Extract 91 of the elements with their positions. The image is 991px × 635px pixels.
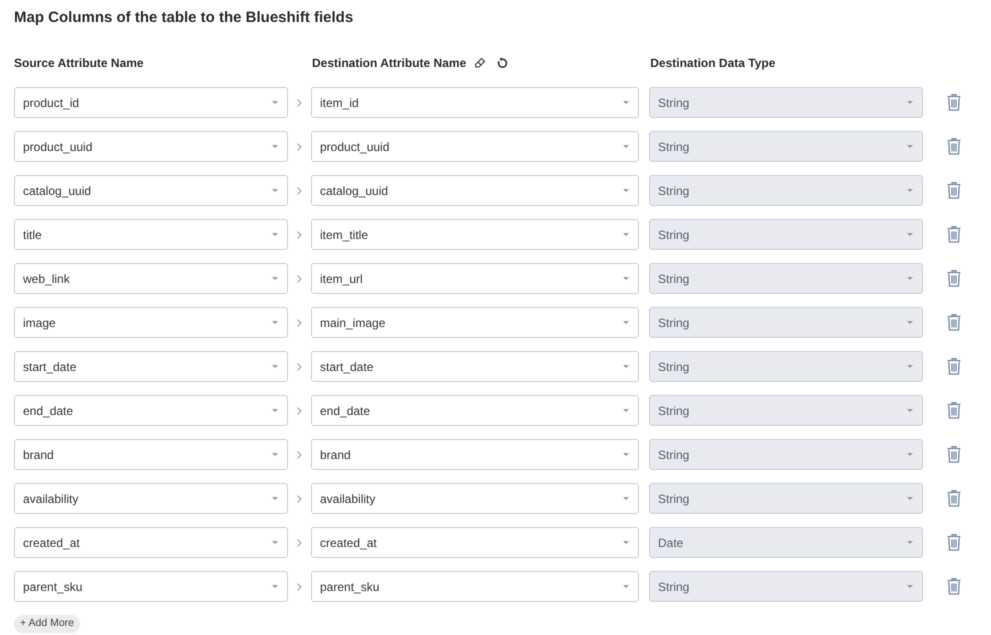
trash-icon[interactable]	[947, 94, 961, 111]
trash-icon[interactable]	[947, 314, 961, 331]
destination-select[interactable]: brand	[311, 439, 639, 470]
caret-icon	[623, 409, 629, 412]
chevron-right-icon	[297, 406, 302, 414]
caret-icon	[623, 101, 629, 104]
caret-icon	[623, 453, 629, 456]
caret-icon	[272, 497, 278, 500]
trash-icon[interactable]	[947, 446, 961, 463]
section-title: Map Columns of the table to the Blueshift fields	[14, 8, 354, 28]
caret-icon	[272, 365, 278, 368]
caret-icon	[907, 145, 913, 148]
caret-icon	[623, 145, 629, 148]
caret-icon	[623, 189, 629, 192]
chevron-right-icon	[297, 318, 302, 326]
caret-icon	[907, 277, 913, 280]
source-select[interactable]: parent_sku	[14, 571, 288, 602]
chevron-right-icon	[297, 582, 302, 590]
caret-icon	[907, 321, 913, 324]
destination-select[interactable]: main_image	[311, 307, 639, 338]
chevron-right-icon	[297, 362, 302, 370]
caret-icon	[272, 145, 278, 148]
source-select[interactable]: title	[14, 219, 288, 250]
caret-icon	[272, 233, 278, 236]
chevron-right-icon	[297, 186, 302, 194]
caret-icon	[623, 277, 629, 280]
destination-select[interactable]: start_date	[311, 351, 639, 382]
trash-icon[interactable]	[947, 270, 961, 287]
source-select[interactable]: start_date	[14, 351, 288, 382]
destination-select[interactable]: end_date	[311, 395, 639, 426]
source-select[interactable]: product_uuid	[14, 131, 288, 162]
caret-icon	[272, 321, 278, 324]
caret-icon	[907, 233, 913, 236]
caret-icon	[272, 409, 278, 412]
column-header: Destination Attribute Name	[312, 55, 466, 72]
trash-icon[interactable]	[947, 402, 961, 419]
destination-select[interactable]: item_url	[311, 263, 639, 294]
destination-select[interactable]: item_title	[311, 219, 639, 250]
chevron-right-icon	[297, 450, 302, 458]
caret-icon	[907, 585, 913, 588]
destination-select[interactable]: parent_sku	[311, 571, 639, 602]
destination-select[interactable]: item_id	[311, 87, 639, 118]
caret-icon	[623, 365, 629, 368]
trash-icon[interactable]	[947, 490, 961, 507]
column-header: Destination Data Type	[650, 55, 776, 72]
add-more-button[interactable]: + Add More	[14, 615, 80, 633]
caret-icon	[623, 321, 629, 324]
caret-icon	[272, 101, 278, 104]
chevron-right-icon	[297, 538, 302, 546]
caret-icon	[907, 409, 913, 412]
trash-icon[interactable]	[947, 226, 961, 243]
chevron-right-icon	[297, 142, 302, 150]
chevron-right-icon	[297, 494, 302, 502]
caret-icon	[272, 189, 278, 192]
trash-icon[interactable]	[947, 358, 961, 375]
source-select[interactable]: created_at	[14, 527, 288, 558]
caret-icon	[623, 585, 629, 588]
trash-icon[interactable]	[947, 578, 961, 595]
chevron-right-icon	[297, 274, 302, 282]
destination-select[interactable]: availability	[311, 483, 639, 514]
caret-icon	[907, 365, 913, 368]
trash-icon[interactable]	[947, 138, 961, 155]
caret-icon	[623, 541, 629, 544]
eraser-icon[interactable]	[474, 57, 486, 69]
trash-icon[interactable]	[947, 534, 961, 551]
caret-icon	[907, 541, 913, 544]
caret-icon	[907, 101, 913, 104]
source-select[interactable]: catalog_uuid	[14, 175, 288, 206]
source-select[interactable]: product_id	[14, 87, 288, 118]
caret-icon	[907, 453, 913, 456]
destination-select[interactable]: catalog_uuid	[311, 175, 639, 206]
chevron-right-icon	[297, 230, 302, 238]
caret-icon	[272, 277, 278, 280]
caret-icon	[623, 497, 629, 500]
destination-select[interactable]: product_uuid	[311, 131, 639, 162]
column-header: Source Attribute Name	[14, 55, 145, 72]
caret-icon	[272, 541, 278, 544]
source-select[interactable]: image	[14, 307, 288, 338]
source-select[interactable]: web_link	[14, 263, 288, 294]
caret-icon	[907, 497, 913, 500]
chevron-right-icon	[297, 98, 302, 106]
caret-icon	[272, 453, 278, 456]
trash-icon[interactable]	[947, 182, 961, 199]
source-select[interactable]: end_date	[14, 395, 288, 426]
source-select[interactable]: brand	[14, 439, 288, 470]
source-select[interactable]: availability	[14, 483, 288, 514]
caret-icon	[272, 585, 278, 588]
caret-icon	[907, 189, 913, 192]
reset-icon[interactable]	[496, 57, 508, 69]
destination-select[interactable]: created_at	[311, 527, 639, 558]
caret-icon	[623, 233, 629, 236]
